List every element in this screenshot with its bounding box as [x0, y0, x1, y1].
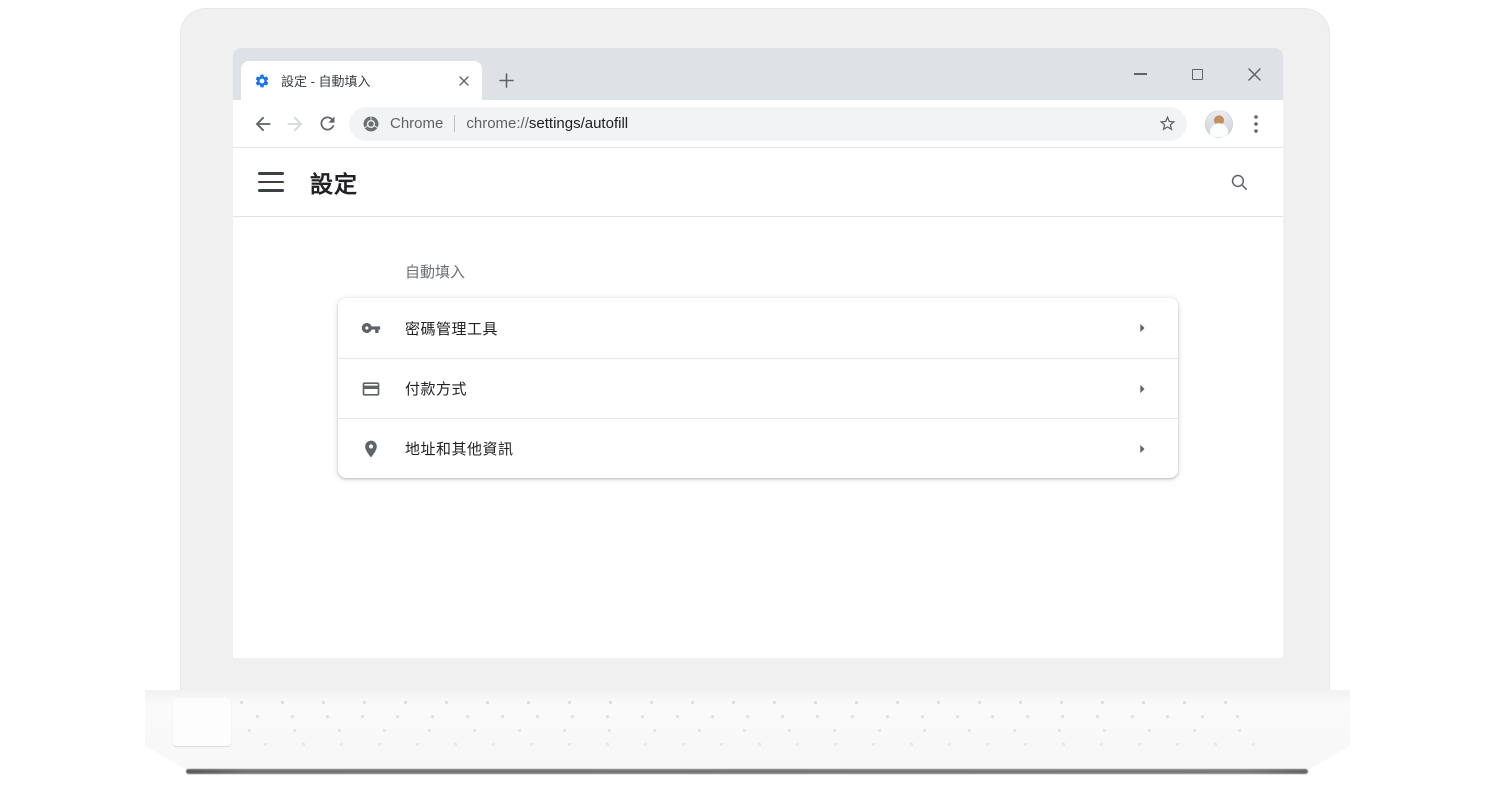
main-menu-button[interactable] — [258, 172, 284, 192]
keyboard — [240, 696, 1255, 750]
profile-avatar[interactable] — [1205, 109, 1233, 138]
row-label: 密碼管理工具 — [405, 320, 499, 338]
settings-page: 設定 自動填入 密碼管理工具 付款方式 地址和其他資訊 — [233, 148, 1283, 658]
reload-button[interactable] — [311, 108, 343, 140]
back-button[interactable] — [247, 108, 279, 140]
kebab-menu-icon — [1254, 114, 1258, 133]
arrow-right-icon — [1132, 379, 1152, 399]
url-scheme: chrome:// — [466, 115, 529, 132]
laptop-lid: 設定 - 自動填入 Chrome chrome://settings/autof… — [180, 8, 1330, 690]
url-path: settings/autofill — [528, 115, 629, 132]
arrow-right-icon — [1132, 439, 1152, 459]
chrome-logo-icon — [363, 116, 379, 131]
keyboard-key — [173, 698, 231, 746]
row-password-manager[interactable]: 密碼管理工具 — [338, 298, 1178, 358]
search-icon — [1231, 174, 1247, 190]
row-addresses[interactable]: 地址和其他資訊 — [338, 418, 1178, 478]
credit-card-icon — [361, 379, 381, 399]
site-label: Chrome — [390, 115, 444, 132]
section-label: 自動填入 — [405, 264, 466, 281]
maximize-button[interactable] — [1169, 48, 1226, 100]
settings-content: 自動填入 密碼管理工具 付款方式 地址和其他資訊 — [233, 217, 1283, 658]
row-payment-methods[interactable]: 付款方式 — [338, 358, 1178, 418]
tab-settings-autofill[interactable]: 設定 - 自動填入 — [241, 61, 482, 100]
arrow-right-icon — [1132, 318, 1152, 338]
settings-header: 設定 — [233, 148, 1283, 217]
laptop-shadow — [186, 769, 1308, 774]
window-controls — [1112, 48, 1283, 100]
minimize-icon — [1134, 73, 1147, 75]
row-label: 地址和其他資訊 — [405, 441, 514, 458]
star-icon[interactable] — [1158, 114, 1177, 133]
new-tab-button[interactable] — [493, 67, 520, 94]
location-pin-icon — [361, 439, 381, 459]
add-tab-icon — [499, 73, 514, 88]
autofill-card: 密碼管理工具 付款方式 地址和其他資訊 — [338, 298, 1178, 478]
forward-button[interactable] — [279, 108, 311, 140]
tab-strip: 設定 - 自動填入 — [233, 48, 1283, 100]
search-button[interactable] — [1222, 165, 1256, 199]
url-text: chrome://settings/autofill — [466, 115, 628, 132]
browser-toolbar: Chrome chrome://settings/autofill — [233, 100, 1283, 148]
address-bar[interactable]: Chrome chrome://settings/autofill — [349, 106, 1187, 141]
omnibox-separator — [454, 115, 456, 132]
laptop-mockup: 設定 - 自動填入 Chrome chrome://settings/autof… — [0, 0, 1493, 788]
browser-window: 設定 - 自動填入 Chrome chrome://settings/autof… — [233, 48, 1283, 658]
row-label: 付款方式 — [405, 381, 468, 398]
back-icon — [255, 116, 271, 131]
gear-icon — [255, 74, 269, 87]
laptop-screen: 設定 - 自動填入 Chrome chrome://settings/autof… — [233, 48, 1283, 658]
reload-icon — [320, 116, 334, 131]
minimize-button[interactable] — [1112, 48, 1169, 100]
hamburger-menu-icon — [258, 172, 284, 175]
page-title: 設定 — [310, 171, 358, 197]
close-icon — [459, 75, 469, 86]
key-icon — [361, 318, 381, 338]
browser-menu-button[interactable] — [1241, 109, 1271, 139]
forward-icon — [287, 116, 303, 131]
laptop-base — [145, 690, 1350, 770]
tab-title: 設定 - 自動填入 — [281, 74, 371, 89]
window-close-button[interactable] — [1226, 48, 1283, 100]
maximize-icon — [1192, 68, 1203, 80]
tab-close-button[interactable] — [454, 71, 474, 91]
close-icon — [1248, 67, 1261, 81]
